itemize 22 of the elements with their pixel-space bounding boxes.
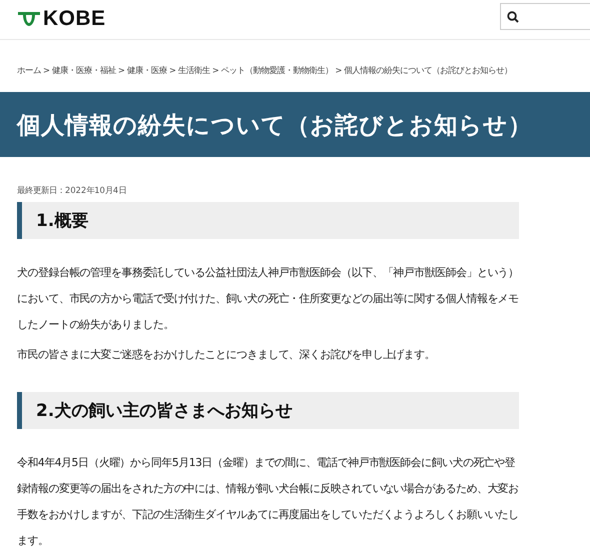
logo[interactable]: KOBE (17, 9, 106, 29)
breadcrumb-separator: > (118, 65, 126, 75)
breadcrumb-link[interactable]: 健康・医療 (127, 64, 168, 76)
page-title: 個人情報の紛失について（お詫びとお知らせ） (17, 110, 532, 140)
breadcrumb-current: 個人情報の紛失について（お詫びとお知らせ） (344, 64, 512, 76)
breadcrumb-separator: > (335, 65, 342, 75)
search-icon (507, 10, 519, 22)
logo-icon (17, 10, 41, 28)
breadcrumb-link[interactable]: ホーム (17, 64, 41, 76)
section-heading: 1.概要 (17, 202, 519, 239)
breadcrumb-link[interactable]: 生活衛生 (178, 64, 210, 76)
breadcrumb-link[interactable]: ペット（動物愛護・動物衛生） (221, 64, 334, 76)
breadcrumb-separator: > (169, 65, 176, 75)
section-heading: 2.犬の飼い主の皆さまへお知らせ (17, 392, 519, 429)
breadcrumb-separator: > (212, 65, 220, 75)
body-paragraph: 市民の皆さまに大変ご迷惑をおかけしたことにつきまして、深くお詫びを申し上げます。 (17, 347, 436, 363)
breadcrumb-link[interactable]: 健康・医療・福祉 (52, 64, 116, 76)
search-field[interactable] (500, 3, 590, 30)
breadcrumb-separator: > (43, 65, 50, 75)
body-paragraph: 犬の登録台帳の管理を事務委託している公益社団法人神戸市獣医師会（以下、「神戸市獣医師会」という）において、市民の方から電話で受け付けた、飼い犬の死亡・住所変更などの届出等に関する個人情報をメモしたノートの紛失がありました。 (17, 265, 519, 333)
body-paragraph: 令和4年4月5日（火曜）から同年5月13日（金曜）までの間に、電話で神戸市獣医師会に飼い犬の死亡や登録情報の変更等の届出をされた方の中には、情報が飼い犬台帳に反映されていない場合があるため、大変お手数をおかけしますが、下記の生活衛生ダイヤルあてに再度届出をしていただくようよろしくお願いいたします。 (17, 455, 519, 547)
last-updated-date: 最終更新日：2022年10月4日 (17, 185, 126, 196)
